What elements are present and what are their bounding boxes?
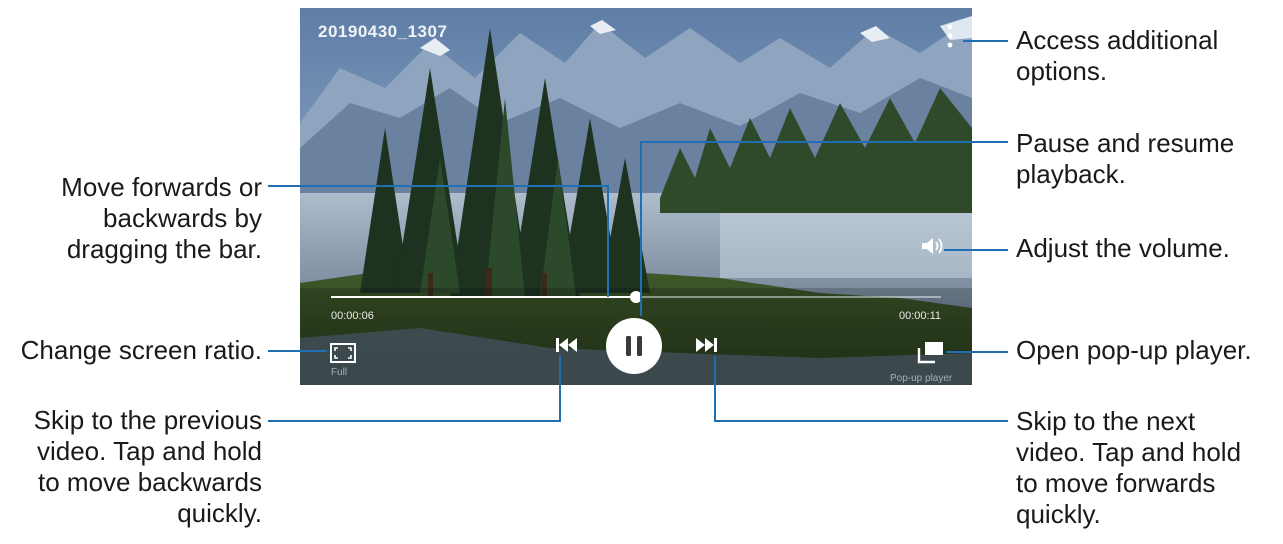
callout-line: Move forwards or bbox=[61, 172, 262, 202]
seek-bar-progress bbox=[331, 296, 636, 298]
leader-prev bbox=[268, 420, 561, 422]
skip-previous-button[interactable] bbox=[554, 335, 580, 355]
callout-ratio: Change screen ratio. bbox=[21, 335, 262, 366]
leader-popup bbox=[946, 351, 1008, 353]
callout-line: options. bbox=[1016, 56, 1108, 86]
callout-seek: Move forwards or backwards by dragging t… bbox=[61, 172, 262, 265]
callout-line: Open pop-up player. bbox=[1016, 335, 1252, 365]
pause-icon bbox=[626, 336, 642, 356]
seek-bar[interactable] bbox=[331, 291, 941, 303]
leader-pause bbox=[640, 141, 1008, 143]
leader-seek bbox=[268, 185, 609, 187]
screen-ratio-button[interactable] bbox=[329, 342, 357, 364]
leader-pause-vertical bbox=[640, 141, 642, 316]
volume-icon bbox=[922, 238, 943, 254]
elapsed-time: 00:00:06 bbox=[331, 310, 374, 322]
callout-line: Change screen ratio. bbox=[20, 335, 262, 365]
leader-options bbox=[963, 40, 1008, 42]
callout-line: video. Tap and hold bbox=[1016, 437, 1242, 467]
more-options-button[interactable] bbox=[940, 22, 960, 50]
callout-line: quickly. bbox=[1016, 499, 1101, 529]
skip-next-button[interactable] bbox=[693, 335, 719, 355]
callout-prev: Skip to the previous video. Tap and hold… bbox=[34, 405, 262, 529]
callout-pause: Pause and resume playback. bbox=[1016, 128, 1234, 190]
pause-button[interactable] bbox=[606, 318, 662, 374]
callout-line: backwards by bbox=[103, 203, 262, 233]
leader-next-vertical bbox=[714, 356, 716, 422]
more-options-icon bbox=[947, 24, 953, 48]
leader-prev-vertical bbox=[559, 356, 561, 422]
popup-player-button[interactable] bbox=[916, 339, 946, 365]
callout-options: Access additional options. bbox=[1016, 25, 1218, 87]
callout-line: Pause and resume bbox=[1016, 128, 1235, 158]
leader-next bbox=[714, 420, 1008, 422]
callout-popup: Open pop-up player. bbox=[1016, 335, 1252, 366]
callout-line: to move forwards bbox=[1016, 468, 1216, 498]
video-player[interactable]: 20190430_1307 00:00:06 00:00:11 Full Pop… bbox=[300, 8, 972, 385]
volume-button[interactable] bbox=[920, 235, 946, 257]
callout-line: Skip to the previous bbox=[33, 405, 262, 435]
leader-ratio bbox=[268, 350, 327, 352]
total-time: 00:00:11 bbox=[899, 310, 942, 322]
popup-player-label: Pop-up player bbox=[890, 373, 953, 384]
screen-ratio-label: Full bbox=[331, 367, 348, 378]
callout-line: Access additional bbox=[1016, 25, 1219, 55]
leader-seek-vertical bbox=[607, 185, 609, 297]
callout-line: playback. bbox=[1016, 159, 1126, 189]
callout-line: Adjust the volume. bbox=[1016, 233, 1230, 263]
callout-line: quickly. bbox=[177, 498, 262, 528]
skip-next-icon bbox=[696, 338, 717, 352]
popup-player-icon bbox=[917, 342, 943, 364]
video-title: 20190430_1307 bbox=[318, 22, 448, 41]
leader-volume bbox=[944, 249, 1008, 251]
callout-line: to move backwards bbox=[38, 467, 262, 497]
callout-line: video. Tap and hold bbox=[36, 436, 262, 466]
callout-volume: Adjust the volume. bbox=[1016, 233, 1230, 264]
callout-line: dragging the bar. bbox=[66, 234, 262, 264]
callout-line: Skip to the next bbox=[1016, 406, 1196, 436]
callout-next: Skip to the next video. Tap and hold to … bbox=[1016, 406, 1241, 530]
screen-ratio-icon bbox=[330, 343, 356, 363]
skip-previous-icon bbox=[556, 338, 577, 352]
